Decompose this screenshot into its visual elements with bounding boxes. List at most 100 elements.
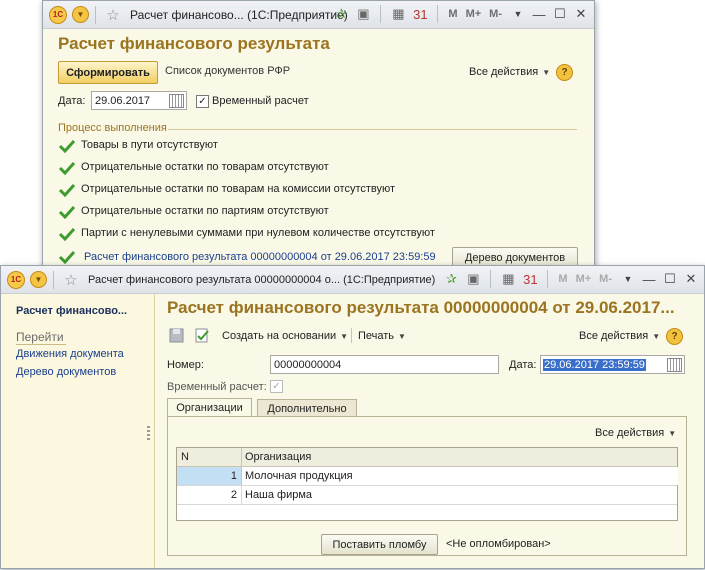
1c-logo-icon[interactable]: 1C <box>49 5 67 24</box>
number-label: Номер: <box>167 359 204 371</box>
chevron-down-icon: ▼ <box>542 68 551 77</box>
number-field[interactable]: 00000000004 <box>270 355 499 374</box>
generate-button[interactable]: Сформировать <box>58 61 158 84</box>
front-window-title: Расчет финансового результата 0000000000… <box>88 273 436 286</box>
table-row[interactable]: 2 Наша фирма <box>177 486 677 505</box>
create-based-on-menu[interactable]: Создать на основании ▼ <box>222 330 348 342</box>
add-favorite-icon[interactable]: ✰ <box>331 4 351 24</box>
column-header-organization[interactable]: Организация <box>245 448 311 466</box>
navigation-panel: Расчет финансово... Перейти Движения док… <box>1 294 155 568</box>
calculator-icon[interactable]: ▦ <box>498 269 518 289</box>
documents-list-link[interactable]: Список документов РФР <box>165 65 290 77</box>
minimize-icon[interactable]: — <box>530 5 548 23</box>
column-divider <box>241 486 242 504</box>
dropdown-arrow-icon[interactable]: ▼ <box>509 5 527 23</box>
success-check-icon <box>58 139 76 153</box>
process-item: Отрицательные остатки по товарам на коми… <box>81 183 396 195</box>
splitter-handle[interactable] <box>147 426 150 442</box>
chevron-down-icon: ▼ <box>340 332 349 341</box>
print-label: Печать <box>358 330 395 342</box>
back-window-form: Расчет финансового результата Сформирова… <box>43 29 594 269</box>
calendar-icon[interactable]: 31 <box>520 269 540 289</box>
memory-plus-button[interactable]: M+ <box>466 8 482 20</box>
all-actions-menu[interactable]: Все действия ▼ <box>469 66 550 78</box>
menu-arrow-icon[interactable]: ▼ <box>72 6 89 23</box>
post-document-icon[interactable] <box>194 327 210 343</box>
tab-additional[interactable]: Дополнительно <box>257 399 357 417</box>
help-icon[interactable]: ? <box>666 328 683 345</box>
sidebar-section-title: Перейти <box>16 330 64 344</box>
memory-button[interactable]: M <box>448 8 457 20</box>
date-field[interactable]: 29.06.2017 <box>91 91 187 110</box>
date-value: 29.06.2017 23:59:59 <box>543 358 646 371</box>
history-icon[interactable]: ▣ <box>353 4 373 24</box>
process-result-link[interactable]: Расчет финансового результата 0000000000… <box>84 251 436 263</box>
favorite-star-icon[interactable]: ☆ <box>103 5 123 25</box>
success-check-icon <box>58 227 76 241</box>
success-check-icon <box>58 250 76 264</box>
column-header-n[interactable]: N <box>181 448 189 466</box>
memory-button[interactable]: M <box>558 273 567 285</box>
calendar-picker-icon[interactable] <box>667 358 682 372</box>
memory-minus-button[interactable]: M- <box>599 273 612 285</box>
titlebar-divider <box>490 270 492 288</box>
number-value: 00000000004 <box>274 358 342 371</box>
process-item: Партии с ненулевыми суммами при нулевом … <box>81 227 435 239</box>
process-item: Отрицательные остатки по товарам отсутст… <box>81 161 329 173</box>
create-based-on-label: Создать на основании <box>222 330 337 342</box>
add-favorite-icon[interactable]: ✰ <box>441 269 461 289</box>
seal-button[interactable]: Поставить пломбу <box>321 534 438 555</box>
table-header: N Организация <box>177 448 677 467</box>
memory-minus-button[interactable]: M- <box>489 8 502 20</box>
all-actions-menu[interactable]: Все действия ▼ <box>579 330 660 342</box>
page-title: Расчет финансового результата <box>58 34 330 53</box>
sidebar-link-movements[interactable]: Движения документа <box>16 348 124 360</box>
1c-logo-icon[interactable]: 1C <box>7 270 25 289</box>
calendar-icon[interactable]: 31 <box>410 4 430 24</box>
print-menu[interactable]: Печать ▼ <box>358 330 406 342</box>
sidebar-title[interactable]: Расчет финансово... <box>16 305 127 317</box>
titlebar-divider <box>53 270 54 289</box>
process-item: Товары в пути отсутствуют <box>81 139 218 151</box>
front-window-titlebar: 1C ▼ ☆ Расчет финансового результата 000… <box>1 266 704 294</box>
row-number: 1 <box>230 470 237 482</box>
organizations-table[interactable]: N Организация 1 Молочная продукция 2 Наш… <box>176 447 678 521</box>
row-number: 2 <box>230 489 237 501</box>
chevron-down-icon: ▼ <box>668 429 677 438</box>
temp-calc-checkbox[interactable]: ✓ <box>270 380 283 393</box>
table-all-actions-menu[interactable]: Все действия ▼ <box>595 427 676 439</box>
help-icon[interactable]: ? <box>556 64 573 81</box>
table-row[interactable]: 1 Молочная продукция <box>177 467 678 486</box>
temp-calc-label: Временный расчет: <box>167 381 267 393</box>
favorite-star-icon[interactable]: ☆ <box>61 270 81 290</box>
column-divider <box>241 448 242 466</box>
close-icon[interactable]: ✕ <box>572 5 590 23</box>
minimize-icon[interactable]: — <box>640 270 658 288</box>
calculator-icon[interactable]: ▦ <box>388 4 408 24</box>
back-window: 1C ▼ ☆ Расчет финансово... (1С:Предприят… <box>42 0 595 269</box>
memory-plus-button[interactable]: M+ <box>576 273 592 285</box>
sidebar-link-document-tree[interactable]: Дерево документов <box>16 366 116 378</box>
date-label: Дата: <box>509 359 537 371</box>
maximize-icon[interactable]: ☐ <box>661 270 679 288</box>
temp-calc-checkbox[interactable]: ✓ <box>196 95 209 108</box>
titlebar-divider <box>95 5 96 24</box>
dropdown-arrow-icon[interactable]: ▼ <box>619 270 637 288</box>
process-item: Отрицательные остатки по партиям отсутст… <box>81 205 329 217</box>
date-field[interactable]: 29.06.2017 23:59:59 <box>540 355 685 374</box>
history-icon[interactable]: ▣ <box>463 269 483 289</box>
titlebar-divider <box>547 270 549 288</box>
maximize-icon[interactable]: ☐ <box>551 5 569 23</box>
calendar-picker-icon[interactable] <box>169 94 184 108</box>
sidebar-divider <box>16 344 66 345</box>
temp-calc-label: Временный расчет <box>212 95 309 107</box>
close-icon[interactable]: ✕ <box>682 270 700 288</box>
back-window-titlebar: 1C ▼ ☆ Расчет финансово... (1С:Предприят… <box>43 1 594 29</box>
front-window: 1C ▼ ☆ Расчет финансового результата 000… <box>0 265 705 569</box>
date-label: Дата: <box>58 95 86 107</box>
titlebar-divider <box>380 5 382 23</box>
tab-organizations[interactable]: Организации <box>167 398 252 417</box>
menu-arrow-icon[interactable]: ▼ <box>30 271 47 288</box>
save-icon[interactable] <box>169 328 184 343</box>
front-window-body: Расчет финансово... Перейти Движения док… <box>1 294 704 568</box>
